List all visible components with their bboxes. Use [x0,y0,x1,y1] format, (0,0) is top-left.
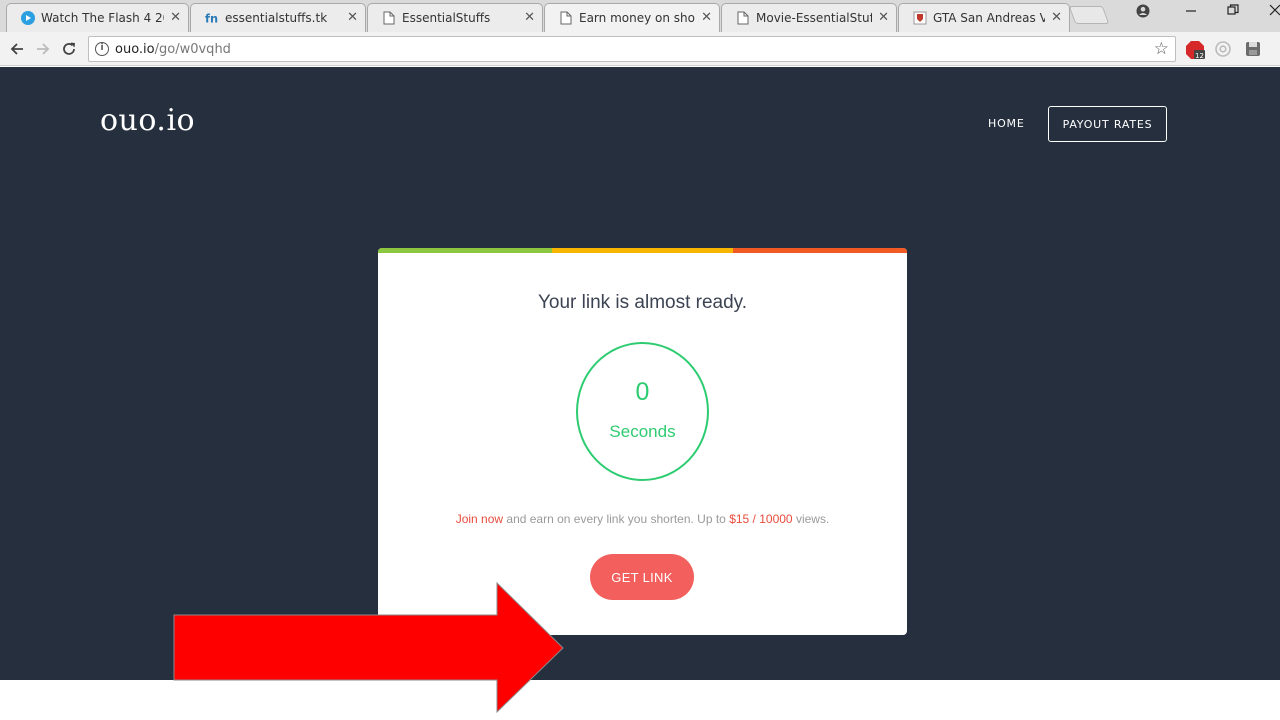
forward-arrow-icon[interactable] [32,38,54,60]
card-top-bar-orange [733,248,907,253]
extension-adblock-icon[interactable]: 12 [1185,40,1205,60]
browser-tab[interactable]: GTA San Andreas V.1.0 ✕ [898,3,1070,32]
side-feedback-tab[interactable] [1276,696,1280,720]
info-icon[interactable]: i [95,42,109,56]
back-arrow-icon[interactable] [6,38,28,60]
minimize-icon[interactable] [1176,4,1206,20]
join-now-link[interactable]: Join now [456,512,503,526]
bookmark-star-icon[interactable]: ☆ [1154,39,1169,59]
url-path: /go/w0vqhd [154,42,231,57]
countdown-value: 0 [635,378,650,406]
red-arrow-annotation [173,582,564,714]
shield-favicon-icon [913,11,927,25]
red-arrow-shape [173,582,564,714]
browser-tab-active[interactable]: Earn money on short lin ✕ [544,3,720,33]
profile-icon[interactable] [1128,4,1158,22]
promo-text: Join now and earn on every link you shor… [378,512,907,526]
card-top-bar-yellow [552,248,733,253]
window-close-icon[interactable] [1260,4,1280,20]
address-bar[interactable]: i ouo.io/go/w0vqhd ☆ [88,36,1176,62]
page-icon [382,11,396,25]
close-icon[interactable]: ✕ [1051,10,1062,26]
close-icon[interactable]: ✕ [170,10,181,26]
browser-tab[interactable]: Movie-EssentialStuffs ✕ [721,3,897,32]
extension-badge: 12 [1195,52,1204,60]
tab-title: Earn money on short lin [579,11,695,25]
url-host: ouo.io [115,42,155,57]
close-icon[interactable]: ✕ [347,10,358,26]
get-link-button[interactable]: GET LINK [590,554,694,600]
nav-home-link[interactable]: HOME [988,117,1025,130]
page-icon [559,11,573,25]
card-top-bar-green [378,248,552,253]
close-icon[interactable]: ✕ [878,10,889,26]
countdown-unit: Seconds [609,422,676,441]
site-logo[interactable]: ouo.io [100,103,195,138]
extension-at-icon[interactable] [1214,40,1232,58]
extension-save-icon[interactable] [1244,40,1262,58]
svg-text:fn: fn [205,11,218,25]
card-title: Your link is almost ready. [537,292,748,313]
tab-title: Movie-EssentialStuffs [756,11,872,25]
page-body: ouo.io HOME PAYOUT RATES Your link is al… [0,67,1280,720]
tab-title: Watch The Flash 4 2017 [41,11,164,25]
fn-logo-icon: fn [205,11,219,25]
new-tab-button[interactable] [1068,6,1110,24]
link-card: Your link is almost ready. 0 Seconds Joi… [378,248,907,635]
reload-icon[interactable] [58,38,80,60]
tab-title: EssentialStuffs [402,11,491,25]
promo-end: views. [792,512,830,526]
browser-tabstrip: Watch The Flash 4 2017 ✕ fn essentialstu… [0,0,1280,33]
countdown-circle: 0 Seconds [576,342,709,481]
promo-rate: $15 / 10000 [729,512,793,526]
url-text[interactable]: ouo.io/go/w0vqhd [115,42,231,57]
payout-rates-button[interactable]: PAYOUT RATES [1048,106,1167,142]
browser-tab[interactable]: fn essentialstuffs.tk ✕ [190,3,366,32]
close-icon[interactable]: ✕ [524,10,535,26]
page-icon [736,11,750,25]
restore-icon[interactable] [1218,4,1248,20]
tab-title: GTA San Andreas V.1.0 [933,11,1045,25]
browser-tab[interactable]: Watch The Flash 4 2017 ✕ [6,3,189,32]
browser-tab[interactable]: EssentialStuffs ✕ [367,3,543,32]
browser-toolbar: i ouo.io/go/w0vqhd ☆ 12 [0,32,1280,66]
close-icon[interactable]: ✕ [701,10,712,26]
play-circle-icon [21,11,35,25]
tab-title: essentialstuffs.tk [225,11,328,25]
promo-body: and earn on every link you shorten. Up t… [503,512,730,526]
